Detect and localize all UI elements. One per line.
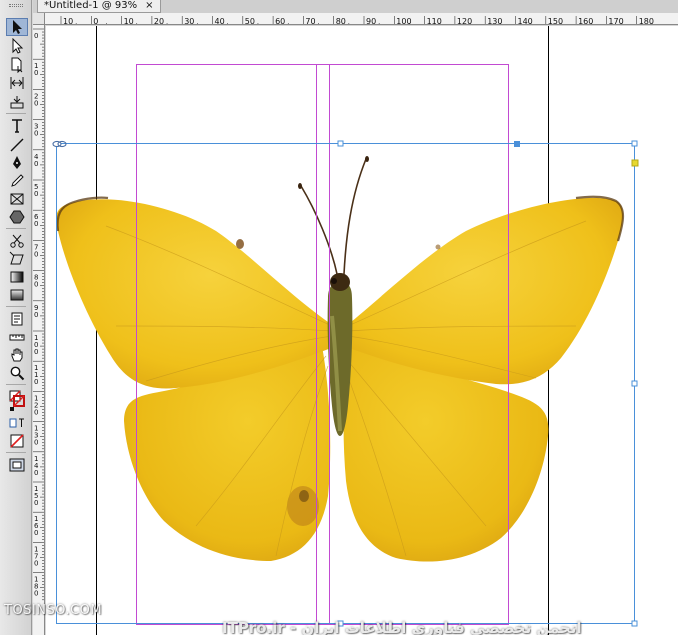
ruler-label: 90 [366, 17, 376, 25]
ruler-label: 0 [93, 17, 98, 25]
ruler-label: 0 [34, 160, 38, 168]
ruler-label: 0 [34, 408, 38, 416]
ruler-label: 160 [578, 17, 593, 25]
document-tab[interactable]: *Untitled-1 @ 93% × [37, 0, 161, 13]
scissors-tool-icon[interactable] [6, 232, 28, 250]
close-icon[interactable]: × [145, 0, 153, 11]
ruler-label: 0 [34, 69, 38, 77]
document-canvas[interactable]: ITPro.ir - انجمن تخصصی فناوری اطلاعات ای… [46, 26, 678, 635]
ruler-label: 40 [215, 17, 225, 25]
gradient-swatch-tool-icon[interactable] [6, 268, 28, 286]
frame-anchor-handle [514, 141, 520, 147]
ruler-label: 0 [34, 130, 38, 138]
ruler-label: 10 [63, 17, 73, 25]
butterfly-image[interactable] [56, 156, 625, 562]
ruler-label: 130 [487, 17, 502, 25]
left-fore-wing [56, 199, 336, 389]
watermark-tosinso: TOSINSO.COM [4, 603, 103, 618]
ruler-label: 0 [34, 499, 38, 507]
note-tool-icon[interactable] [6, 310, 28, 328]
document-tab-title: *Untitled-1 @ 93% [44, 0, 138, 11]
formatting-affects-container-icon[interactable] [6, 416, 28, 430]
ruler-label: 0 [34, 378, 38, 386]
gradient-feather-tool-icon[interactable] [6, 286, 28, 304]
ruler-label: 110 [427, 17, 442, 25]
ruler-label: 0 [34, 32, 38, 40]
line-tool-icon[interactable] [6, 136, 28, 154]
ruler-label: 0 [34, 250, 38, 258]
tools-panel [0, 0, 32, 635]
ruler-label: 100 [396, 17, 411, 25]
ruler-label: 30 [184, 17, 194, 25]
ruler-label: 70 [305, 17, 315, 25]
apply-none-icon[interactable] [6, 432, 28, 450]
type-tool-icon[interactable] [6, 117, 28, 135]
rectangle-frame-tool-icon[interactable] [6, 190, 28, 208]
live-corner-handle [631, 159, 639, 167]
ruler-label: 0 [34, 99, 38, 107]
pen-tool-icon[interactable] [6, 154, 28, 172]
ruler-label: 50 [245, 17, 255, 25]
zoom-tool-icon[interactable] [6, 364, 28, 382]
fill-stroke-icon[interactable] [6, 388, 28, 414]
ruler-label: 140 [518, 17, 533, 25]
ruler-label: 20 [154, 17, 164, 25]
vertical-ruler[interactable]: 0102030405060708090100110120130140150160… [33, 25, 45, 635]
ruler-label: 0 [34, 311, 38, 319]
direct-selection-tool-icon[interactable] [6, 37, 28, 55]
ruler-label: 0 [34, 559, 38, 567]
content-collector-icon[interactable] [6, 93, 28, 111]
ruler-label: 0 [34, 220, 38, 228]
ruler-label: 60 [275, 17, 285, 25]
free-transform-tool-icon[interactable] [6, 250, 28, 268]
ruler-label: 10 [124, 17, 134, 25]
ruler-label: 0 [34, 469, 38, 477]
ruler-label: 0 [34, 281, 38, 289]
document-tab-bar: *Untitled-1 @ 93% × [33, 0, 678, 13]
gap-tool-icon[interactable] [6, 74, 28, 92]
panel-grip[interactable] [9, 4, 23, 7]
hand-tool-icon[interactable] [6, 346, 28, 364]
ruler-label: 0 [34, 439, 38, 447]
ruler-label: 120 [457, 17, 472, 25]
ruler-origin[interactable] [33, 13, 45, 25]
polygon-tool-icon[interactable] [6, 208, 28, 226]
ruler-label: 0 [34, 190, 38, 198]
ruler-label: 80 [336, 17, 346, 25]
ruler-label: 170 [608, 17, 623, 25]
selection-tool-icon[interactable] [6, 18, 28, 36]
horizontal-ruler[interactable]: 10 0 10 20 30 40 50 60 70 80 90 100 110 120 130 140 150 1… [45, 13, 678, 25]
pencil-tool-icon[interactable] [6, 172, 28, 190]
watermark-itpro: ITPro.ir - انجمن تخصصی فناوری اطلاعات ای… [222, 619, 582, 635]
right-fore-wing [344, 197, 623, 385]
ruler-label: 180 [639, 17, 654, 25]
ruler-label: 150 [548, 17, 563, 25]
measure-tool-icon[interactable] [6, 328, 28, 346]
ruler-label: 0 [34, 529, 38, 537]
ruler-label: 0 [34, 590, 38, 598]
ruler-label: 0 [34, 348, 38, 356]
screen-mode-icon[interactable] [6, 456, 28, 474]
page-tool-icon[interactable] [6, 56, 28, 74]
